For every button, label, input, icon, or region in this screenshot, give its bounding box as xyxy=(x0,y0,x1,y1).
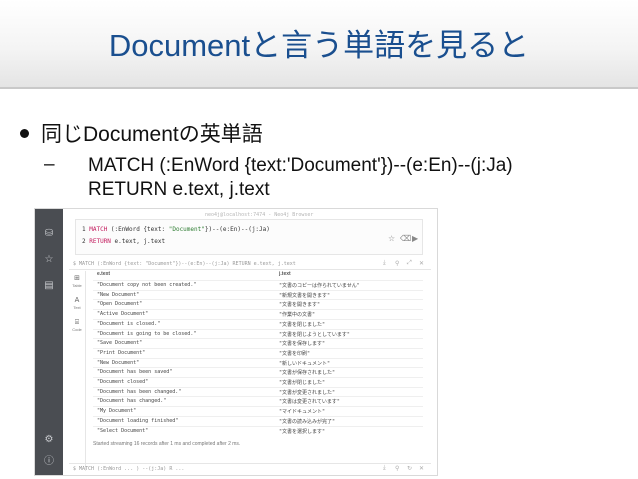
line-number: 1 xyxy=(82,226,86,233)
table-row: "Document loading finished" "文書の読み込みが完了" xyxy=(93,415,423,426)
cell-j-text: "文書が変更されました" xyxy=(279,389,336,396)
result-frame-header: $ MATCH (:EnWord {text: "Document"})--(e… xyxy=(69,259,431,270)
document-icon[interactable]: ▤ xyxy=(44,281,54,291)
keyword-match: MATCH xyxy=(89,226,108,233)
cell-e-text: "Active Document" xyxy=(97,311,149,318)
cell-j-text: "文書のコピーは作られていません" xyxy=(279,283,360,289)
cell-j-text: "新規文書を開きます" xyxy=(279,292,331,299)
title-divider xyxy=(0,87,638,89)
next-frame-header: $ MATCH (:EnWord ... ) --(j:Ja) R ... ⤓ … xyxy=(69,463,431,474)
string-literal: "Document" xyxy=(168,226,205,233)
cell-e-text: "Document closed" xyxy=(97,379,149,385)
table-row: "My Document" "マイドキュメント" xyxy=(93,406,423,416)
table-row: "Document copy not been created." "文書のコピー… xyxy=(93,280,423,290)
column-header: e.text xyxy=(97,271,111,277)
cell-e-text: "Document is going to be closed." xyxy=(97,330,197,337)
table-row: "Document closed" "文書が閉じました" xyxy=(93,377,423,387)
cell-j-text: "文書が閉じました" xyxy=(279,380,326,386)
editor-line-1: 1 MATCH (:EnWord {text: "Document"})--(e… xyxy=(82,226,270,233)
cell-e-text: "Document has been saved" xyxy=(97,369,173,376)
play-icon[interactable]: ▶ xyxy=(412,234,418,243)
database-icon[interactable]: ⛁ xyxy=(44,229,54,239)
tab-text[interactable]: A Text xyxy=(71,297,83,310)
slide-title: Documentと言う単語を見ると xyxy=(108,28,530,63)
cell-e-text: "Print Document" xyxy=(97,349,146,356)
return-fields: e.text, j.text xyxy=(110,238,166,245)
cell-e-text: "Document loading finished" xyxy=(97,417,179,424)
cell-e-text: "New Document" xyxy=(97,359,140,366)
clear-icon[interactable]: ⌫ xyxy=(400,234,411,243)
pin-icon[interactable]: ⚲ xyxy=(395,465,399,472)
cell-e-text: "Document has been changed." xyxy=(97,388,182,395)
info-icon[interactable]: ⓘ xyxy=(44,457,54,467)
table-row: "Save Document" "文書を保存します" xyxy=(93,338,423,348)
bullet-text: 同じDocumentの英単語 xyxy=(41,123,263,146)
table-row: "Select Document" "文書を選択します" xyxy=(93,425,423,436)
table-row: "Document is going to be closed." "文書を閉じよ… xyxy=(93,328,423,339)
cell-j-text: "文書を閉じようとしています" xyxy=(279,331,350,338)
window-url: neo4j@localhost:7474 - Neo4j Browser xyxy=(205,212,314,218)
cell-e-text: "Document copy not been created." xyxy=(97,282,197,288)
close-icon[interactable]: ✕ xyxy=(419,465,424,472)
tab-code[interactable]: ⌸ Code xyxy=(71,319,83,332)
cell-j-text: "新しいドキュメント" xyxy=(279,360,331,367)
bullet-item: 同じDocumentの英単語 xyxy=(20,118,263,148)
table-row: "Document has been changed." "文書が変更されました" xyxy=(93,386,423,397)
pattern-a: (:EnWord {text: xyxy=(107,226,169,233)
cell-e-text: "Document is closed." xyxy=(97,320,161,327)
cell-j-text: "文書が保存されました" xyxy=(279,370,336,377)
text-icon: A xyxy=(74,297,80,304)
line-number: 2 xyxy=(82,238,86,245)
table-row: "Print Document" "文書を印刷" xyxy=(93,347,423,358)
table-row: "Active Document" "作業中の文書" xyxy=(93,309,423,319)
result-summary: Started streaming 16 records after 1 ms … xyxy=(93,441,241,447)
table-row: "New Document" "新しいドキュメント" xyxy=(93,357,423,368)
cypher-query-text: MATCH (:EnWord {text:'Document'})--(e:En… xyxy=(88,155,513,200)
cell-e-text: "My Document" xyxy=(97,408,137,415)
cell-e-text: "Select Document" xyxy=(97,427,149,434)
table-row: "Document has been saved" "文書が保存されました" xyxy=(93,367,423,377)
settings-icon[interactable]: ⚙ xyxy=(44,435,54,445)
cell-e-text: "Save Document" xyxy=(97,340,143,347)
download-icon[interactable]: ⤓ xyxy=(383,260,386,267)
download-icon[interactable]: ⤓ xyxy=(383,465,386,472)
close-icon[interactable]: ✕ xyxy=(419,260,424,267)
cell-j-text: "文書を閉じました" xyxy=(279,321,326,328)
table-icon: ⊞ xyxy=(74,275,80,282)
star-icon[interactable]: ☆ xyxy=(388,234,395,243)
view-tabs: ⊞ Table A Text ⌸ Code xyxy=(69,271,86,471)
keyword-return: RETURN xyxy=(89,238,111,245)
column-header: j.text xyxy=(279,271,291,277)
cell-j-text: "文書を保存します" xyxy=(279,341,326,348)
cell-j-text: "文書を開きます" xyxy=(279,302,321,309)
pin-icon[interactable]: ⚲ xyxy=(395,260,399,267)
cell-e-text: "Document has changed." xyxy=(97,398,167,405)
cell-j-text: "文書は変更されています" xyxy=(279,399,340,406)
tab-table[interactable]: ⊞ Table xyxy=(71,275,83,288)
neo4j-browser-screenshot: ⛁ ☆ ▤ ⚙ ⓘ neo4j@localhost:7474 - Neo4j B… xyxy=(34,208,438,476)
cell-e-text: "New Document" xyxy=(97,291,140,298)
cell-e-text: "Open Document" xyxy=(97,301,143,308)
cell-j-text: "作業中の文書" xyxy=(279,312,316,319)
result-query: $ MATCH (:EnWord {text: "Document"})--(e… xyxy=(73,261,296,267)
cell-j-text: "文書を印刷" xyxy=(279,350,311,357)
bullet-dot-icon xyxy=(20,128,29,138)
refresh-icon[interactable]: ↻ xyxy=(407,465,412,472)
query-editor[interactable]: 1 MATCH (:EnWord {text: "Document"})--(e… xyxy=(75,219,423,255)
sub-bullet-dash: – xyxy=(44,154,55,175)
cell-j-text: "マイドキュメント" xyxy=(279,409,326,416)
bottom-query: $ MATCH (:EnWord ... ) --(j:Ja) R ... xyxy=(73,466,185,472)
cell-j-text: "文書を選択します" xyxy=(279,428,326,435)
code-icon: ⌸ xyxy=(74,319,80,326)
expand-icon[interactable]: ⤢ xyxy=(407,260,412,267)
star-icon[interactable]: ☆ xyxy=(44,255,54,265)
pattern-b: })--(e:En)--(j:Ja) xyxy=(204,226,270,233)
table-row: "New Document" "新規文書を開きます" xyxy=(93,289,423,300)
editor-line-2: 2 RETURN e.text, j.text xyxy=(82,238,165,245)
cell-j-text: "文書の読み込みが完了" xyxy=(279,418,336,425)
table-row: "Document has changed." "文書は変更されています" xyxy=(93,396,423,406)
table-row: "Document is closed." "文書を閉じました" xyxy=(93,318,423,329)
sidebar: ⛁ ☆ ▤ ⚙ ⓘ xyxy=(35,209,63,475)
table-row: "Open Document" "文書を開きます" xyxy=(93,299,423,309)
